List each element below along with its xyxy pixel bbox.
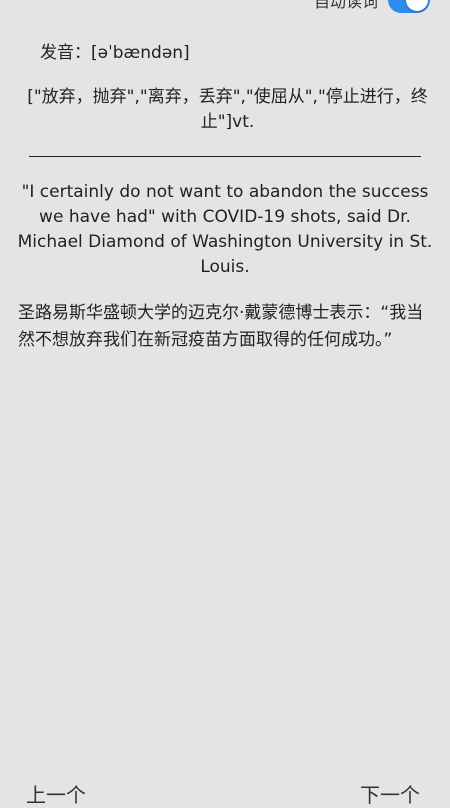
example-sentence-chinese: 圣路易斯华盛顿大学的迈克尔·戴蒙德博士表示：“我当然不想放弃我们在新冠疫苗方面取… [18,303,424,350]
divider [29,156,421,157]
next-word-button[interactable]: 下一个 [360,779,420,808]
pronunciation-row[interactable]: 发音：[əˈbændən] [40,38,190,63]
phonetic-text: [əˈbændən] [91,43,190,63]
auto-read-label: 自动读词 [313,0,378,11]
bottom-nav-right: 下一个 [360,779,420,808]
word-meanings: ["放弃，抛弃","离弃，丢弃","使屈从","停止进行，终止"]vt. [27,87,428,132]
pronunciation-label: 发音： [40,43,91,63]
bottom-nav-left: 上一个 [26,779,86,808]
toggle-knob [406,0,428,11]
example-sentence-english: "I certainly do not want to abandon the … [17,182,433,277]
top-bar: 自动读词 [314,0,430,14]
prev-word-button[interactable]: 上一个 [26,779,86,808]
auto-read-toggle[interactable] [388,0,430,13]
